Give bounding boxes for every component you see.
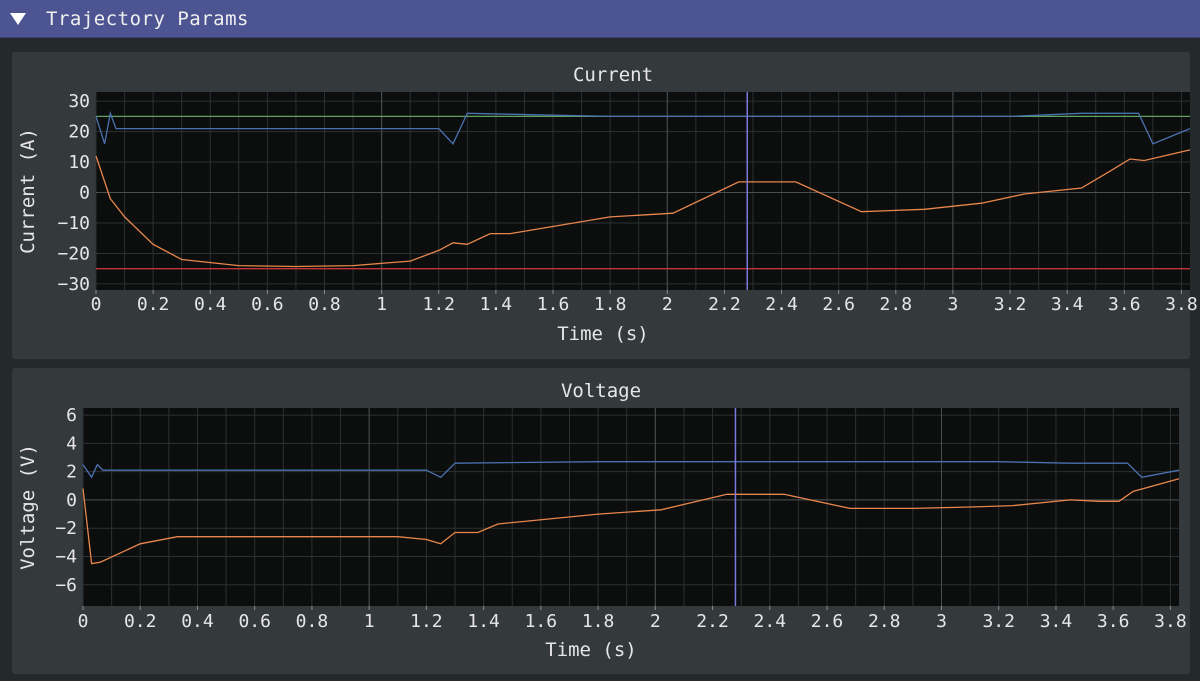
collapse-triangle-icon[interactable] — [10, 12, 26, 25]
chart-title: Current — [573, 64, 653, 86]
x-tick-label: 1 — [376, 294, 387, 315]
x-tick-label: 3 — [936, 611, 947, 632]
header-title: Trajectory Params — [46, 7, 249, 30]
x-axis-label: Time (s) — [545, 639, 637, 661]
voltage-plot-svg[interactable]: Voltage 0 0.2 0.4 0.6 0.8 1 1.2 1.4 1.6 1.8 2 2.2 2.4… — [12, 368, 1190, 674]
x-tick-label: 2.6 — [822, 294, 855, 315]
y-tick-label: −2 — [55, 518, 77, 539]
x-tick-label: 2.4 — [765, 294, 798, 315]
x-tick-label: 3.2 — [994, 294, 1027, 315]
x-tick-label: 2.8 — [868, 611, 901, 632]
x-tick-label: 0.2 — [124, 611, 157, 632]
x-tick-label: 1.4 — [480, 294, 513, 315]
y-tick-label: 0 — [79, 183, 90, 204]
x-tick-label: 3.6 — [1108, 294, 1141, 315]
collapsing-header[interactable]: Trajectory Params — [0, 0, 1200, 38]
y-tick-label: 2 — [66, 462, 77, 483]
x-tick-label: 0 — [78, 611, 89, 632]
plot-area — [83, 408, 1179, 606]
x-tick-label: 2.2 — [696, 611, 729, 632]
y-tick-label: 10 — [68, 152, 90, 173]
x-tick-label: 1.6 — [525, 611, 558, 632]
x-axis-label: Time (s) — [557, 323, 649, 345]
x-tick-label: 0.4 — [194, 294, 227, 315]
y-tick-label: 20 — [68, 122, 90, 143]
x-tick-label: 0.6 — [251, 294, 284, 315]
y-tick-label: −10 — [57, 213, 90, 234]
x-tick-label: 1.6 — [537, 294, 570, 315]
x-tick-label: 3.4 — [1051, 294, 1084, 315]
y-tick-label: 6 — [66, 405, 77, 426]
x-tick-label: 1.8 — [594, 294, 627, 315]
chart-title: Voltage — [561, 380, 641, 402]
plot-area — [96, 92, 1190, 290]
x-tick-label: 0.2 — [137, 294, 170, 315]
current-plot-panel[interactable]: Current 0 0.2 0.4 0.6 0.8 1 1.2 1.4 1.6 1.8 2 2.2 2.4… — [12, 52, 1198, 359]
x-tick-label: 2.4 — [754, 611, 787, 632]
x-tick-label: 2 — [650, 611, 661, 632]
y-tick-label: −20 — [57, 243, 90, 264]
x-tick-label: 1.2 — [423, 294, 456, 315]
y-axis-label: Voltage (V) — [17, 444, 39, 570]
x-tick-label: 2.6 — [811, 611, 844, 632]
voltage-plot-panel[interactable]: Voltage 0 0.2 0.4 0.6 0.8 1 1.2 1.4 1.6 1.8 2 2.2 2.4… — [12, 368, 1190, 674]
y-tick-label: −6 — [55, 575, 77, 596]
x-tick-label: 3 — [947, 294, 958, 315]
x-tick-label: 3.8 — [1165, 294, 1198, 315]
x-tick-label: 1 — [364, 611, 375, 632]
x-tick-label: 1.4 — [467, 611, 500, 632]
x-tick-label: 2.2 — [708, 294, 741, 315]
x-tick-label: 3.6 — [1097, 611, 1130, 632]
x-tick-label: 2 — [662, 294, 673, 315]
x-tick-label: 0.4 — [181, 611, 214, 632]
y-tick-label: −30 — [57, 274, 90, 295]
y-tick-label: 0 — [66, 490, 77, 511]
current-plot-svg[interactable]: Current 0 0.2 0.4 0.6 0.8 1 1.2 1.4 1.6 1.8 2 2.2 2.4… — [12, 52, 1198, 359]
x-tick-label: 0.8 — [296, 611, 329, 632]
y-axis-label: Current (A) — [17, 128, 39, 254]
x-tick-label: 3.2 — [982, 611, 1015, 632]
y-tick-label: 30 — [68, 91, 90, 112]
x-tick-label: 3.4 — [1040, 611, 1073, 632]
x-tick-label: 0.8 — [308, 294, 341, 315]
x-tick-label: 1.2 — [410, 611, 443, 632]
y-tick-label: −4 — [55, 547, 77, 568]
x-tick-label: 1.8 — [582, 611, 615, 632]
x-tick-label: 0.6 — [238, 611, 271, 632]
x-tick-label: 0 — [91, 294, 102, 315]
x-tick-label: 2.8 — [880, 294, 913, 315]
y-tick-label: 4 — [66, 433, 77, 454]
x-tick-label: 3.8 — [1154, 611, 1187, 632]
